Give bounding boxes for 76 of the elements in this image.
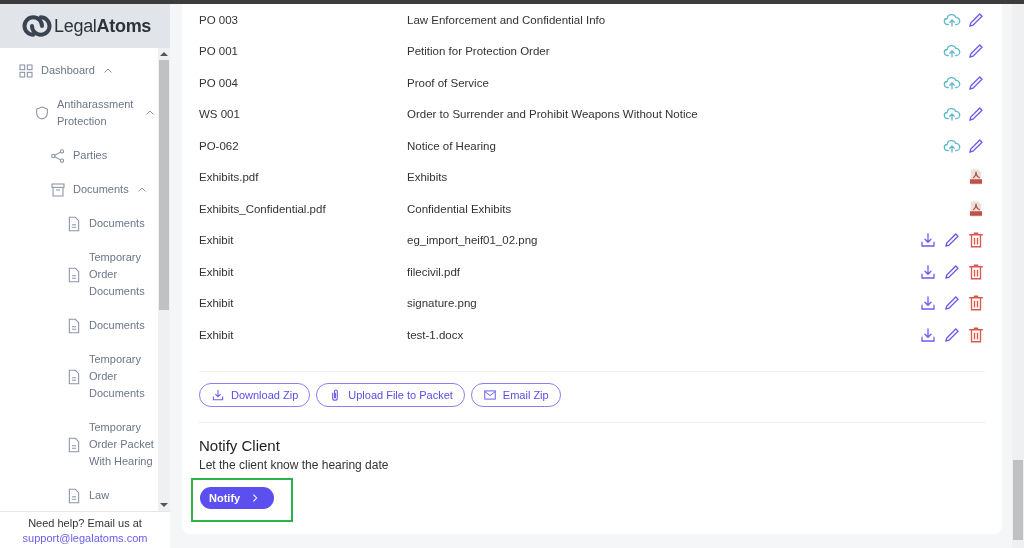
table-cell-text: Order to Surrender and Prohibit Weapons Without Notice <box>407 108 699 121</box>
share-icon <box>50 147 66 164</box>
table-cell-text: Exhibit <box>199 234 235 247</box>
nav-item[interactable]: Parties <box>0 147 158 164</box>
help-text: Need help? Email us at <box>27 516 143 529</box>
trash-icon[interactable] <box>967 294 985 313</box>
download-icon[interactable] <box>919 231 937 250</box>
table-cell-text: eg_import_heif01_02.png <box>407 234 539 247</box>
trash-icon[interactable] <box>967 262 985 281</box>
section-description: Let the client know the hearing date <box>199 457 390 472</box>
table-cell-text: PO 004 <box>199 76 239 89</box>
nav-item[interactable]: Antiharassment Protection <box>0 96 158 130</box>
table-cell-text: filecivil.pdf <box>407 265 462 278</box>
action-button[interactable]: Upload File to Packet <box>316 382 465 407</box>
nav-item[interactable]: Law <box>0 487 158 504</box>
table-cell-text: Petition for Protection Order <box>407 45 551 58</box>
document-icon <box>66 215 82 232</box>
nav-item[interactable]: Temporary Order Documents <box>0 249 158 300</box>
table-cell-text: test-1.docx <box>407 328 465 341</box>
table-cell-text: Exhibits.pdf <box>199 171 260 184</box>
pencil-icon[interactable] <box>967 10 985 29</box>
table-cell-text: WS 001 <box>199 108 241 121</box>
document-icon <box>66 487 82 504</box>
table-cell-text: Exhibits_Confidential.pdf <box>199 202 327 215</box>
scroll-up-icon[interactable] <box>160 52 168 56</box>
pencil-icon[interactable] <box>943 262 961 281</box>
trash-icon[interactable] <box>967 231 985 250</box>
table-cell-text: Exhibit <box>199 328 235 341</box>
archive-icon <box>50 181 66 198</box>
trash-icon[interactable] <box>967 325 985 344</box>
table-cell-text: Notice of Hearing <box>407 139 497 152</box>
pdf-file-icon[interactable] <box>967 168 985 187</box>
email-link[interactable]: support@legalatoms.com <box>0 531 170 544</box>
notify-button[interactable]: Notify <box>200 486 275 509</box>
scroll-down-icon[interactable] <box>160 503 168 507</box>
table-cell-text: PO-062 <box>199 139 240 152</box>
scroll-thumb[interactable] <box>1013 460 1023 540</box>
scrollbar[interactable] <box>158 48 170 511</box>
table-cell-text: Exhibit <box>199 265 235 278</box>
mail-icon <box>482 387 497 402</box>
pencil-icon[interactable] <box>967 42 985 61</box>
nav-item[interactable]: Temporary Order Packet With Hearing <box>0 419 158 470</box>
table-cell-text: signature.png <box>407 297 478 310</box>
page-scrollbar[interactable] <box>1012 4 1024 548</box>
table-cell-text: Law Enforcement and Confidential Info <box>407 13 607 26</box>
document-icon <box>66 368 82 385</box>
table-cell-text: PO 001 <box>199 45 239 58</box>
action-button[interactable]: Email Zip <box>470 382 561 407</box>
table-cell-text: Confidential Exhibits <box>407 202 513 215</box>
table-cell-text: PO 003 <box>199 13 239 26</box>
nav-item[interactable]: Documents <box>0 317 158 334</box>
nav-item[interactable]: Temporary Order Documents <box>0 351 158 402</box>
scroll-thumb[interactable] <box>159 60 169 310</box>
nav-item[interactable]: Documents <box>0 181 158 198</box>
table-cell-text: Proof of Service <box>407 76 490 89</box>
download-icon[interactable] <box>919 294 937 313</box>
pencil-icon[interactable] <box>967 73 985 92</box>
brand-name: LegalAtoms <box>54 15 152 37</box>
pdf-file-icon[interactable] <box>967 199 985 218</box>
document-icon <box>66 266 82 283</box>
pencil-icon[interactable] <box>967 136 985 155</box>
action-button[interactable]: Download Zip <box>199 382 311 407</box>
nav-item[interactable]: Dashboard <box>0 62 158 79</box>
pencil-icon[interactable] <box>943 294 961 313</box>
document-icon <box>66 436 82 453</box>
pencil-icon[interactable] <box>967 105 985 124</box>
shield-icon <box>34 105 50 121</box>
nav-item[interactable]: Documents <box>0 215 158 232</box>
table-cell-text: Exhibit <box>199 297 235 310</box>
document-icon <box>66 317 82 334</box>
grid-icon <box>18 62 34 79</box>
download-icon <box>211 387 225 402</box>
section-title: Notify Client <box>199 436 281 454</box>
pencil-icon[interactable] <box>943 325 961 344</box>
table-cell-text: Exhibits <box>407 171 449 184</box>
pencil-icon[interactable] <box>943 231 961 250</box>
